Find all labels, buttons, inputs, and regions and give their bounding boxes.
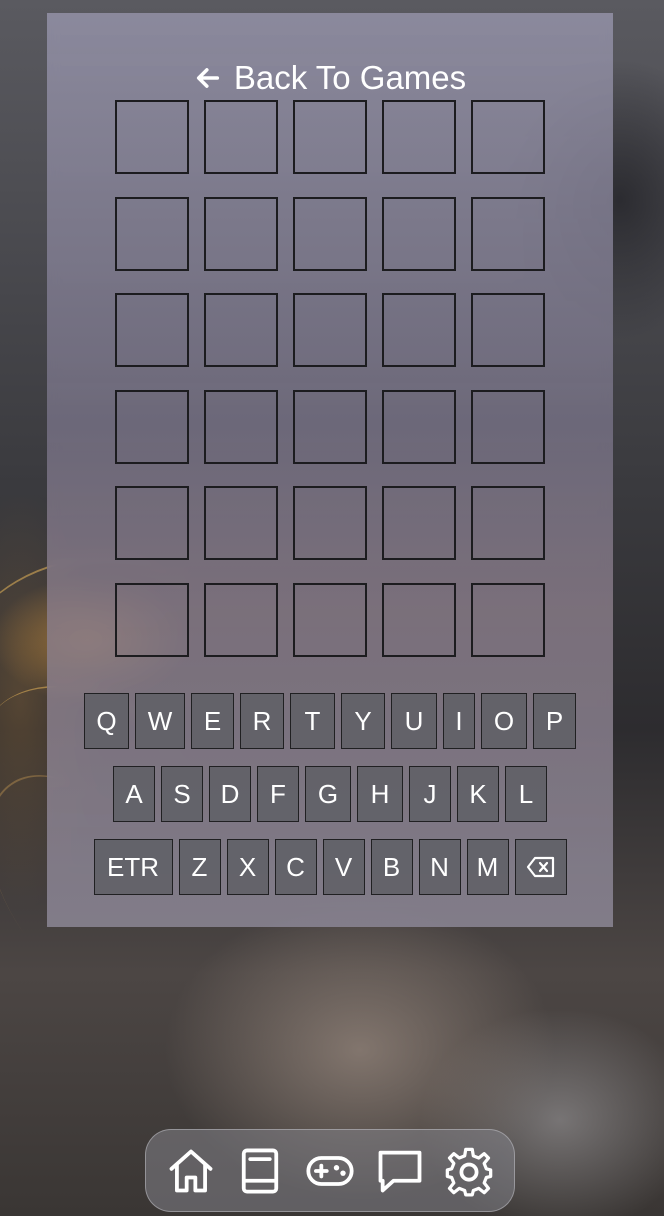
key-o[interactable]: O: [481, 693, 527, 749]
keyboard-row-2: ASDFGHJKL: [47, 766, 613, 822]
letter-grid: [115, 100, 545, 657]
grid-cell: [471, 293, 545, 368]
grid-cell: [382, 582, 456, 657]
grid-cell: [204, 196, 278, 271]
book-icon: [242, 1148, 279, 1193]
grid-cell: [293, 582, 367, 657]
key-d[interactable]: D: [209, 766, 251, 822]
grid-cell: [471, 196, 545, 271]
key-g[interactable]: G: [305, 766, 351, 822]
grid-cell: [115, 582, 189, 657]
key-n[interactable]: N: [418, 839, 461, 895]
keyboard-row-3: ETR Z X C V B N M: [47, 839, 613, 895]
grid-cell: [204, 486, 278, 561]
keyboard-row-1: QWERTYUIOP: [47, 693, 613, 749]
bottom-dock: [145, 1129, 515, 1212]
grid-cell: [293, 389, 367, 464]
key-e[interactable]: E: [191, 693, 234, 749]
grid-cell: [204, 389, 278, 464]
key-i[interactable]: I: [443, 693, 475, 749]
key-w[interactable]: W: [135, 693, 185, 749]
gear-icon: [445, 1147, 493, 1196]
key-k[interactable]: K: [457, 766, 499, 822]
grid-cell: [115, 293, 189, 368]
backspace-key[interactable]: [514, 839, 567, 895]
grid-cell: [115, 196, 189, 271]
grid-cell: [115, 100, 189, 174]
chat-icon: [378, 1150, 421, 1192]
grid-cell: [471, 389, 545, 464]
grid-cell: [471, 100, 545, 174]
grid-cell: [382, 196, 456, 271]
grid-cell: [293, 486, 367, 561]
key-s[interactable]: S: [161, 766, 203, 822]
grid-cell: [115, 486, 189, 561]
grid-cell: [382, 293, 456, 368]
settings-button[interactable]: [439, 1141, 499, 1201]
grid-cell: [382, 100, 456, 174]
key-p[interactable]: P: [533, 693, 576, 749]
key-a[interactable]: A: [113, 766, 155, 822]
key-z[interactable]: Z: [178, 839, 221, 895]
grid-cell: [382, 389, 456, 464]
key-l[interactable]: L: [505, 766, 547, 822]
grid-cell: [471, 582, 545, 657]
library-button[interactable]: [230, 1141, 290, 1201]
grid-cell: [471, 486, 545, 561]
back-to-games-label: Back To Games: [233, 59, 467, 96]
arrow-left-icon: [196, 68, 219, 88]
key-c[interactable]: C: [274, 839, 317, 895]
gamepad-icon: [306, 1155, 354, 1186]
key-f[interactable]: F: [257, 766, 299, 822]
enter-key[interactable]: ETR: [93, 839, 173, 895]
grid-cell: [382, 486, 456, 561]
chat-button[interactable]: [370, 1141, 430, 1201]
key-j[interactable]: J: [409, 766, 451, 822]
key-m[interactable]: M: [466, 839, 509, 895]
grid-cell: [115, 389, 189, 464]
key-b[interactable]: B: [370, 839, 413, 895]
back-to-games-link[interactable]: Back To Games: [47, 59, 613, 97]
key-v[interactable]: V: [322, 839, 365, 895]
key-t[interactable]: T: [290, 693, 335, 749]
key-u[interactable]: U: [391, 693, 437, 749]
key-r[interactable]: R: [240, 693, 284, 749]
games-button[interactable]: [300, 1141, 360, 1201]
key-x[interactable]: X: [226, 839, 269, 895]
key-h[interactable]: H: [357, 766, 403, 822]
grid-cell: [293, 100, 367, 174]
home-icon: [169, 1149, 213, 1192]
game-panel: Back To Games QWERTYUIOP ASDFGHJKL ETR Z X…: [47, 13, 613, 927]
home-button[interactable]: [161, 1141, 221, 1201]
grid-cell: [204, 293, 278, 368]
key-q[interactable]: Q: [84, 693, 129, 749]
grid-cell: [293, 293, 367, 368]
grid-cell: [204, 100, 278, 174]
backspace-icon: [526, 856, 554, 878]
grid-cell: [293, 196, 367, 271]
grid-cell: [204, 582, 278, 657]
key-y[interactable]: Y: [341, 693, 385, 749]
